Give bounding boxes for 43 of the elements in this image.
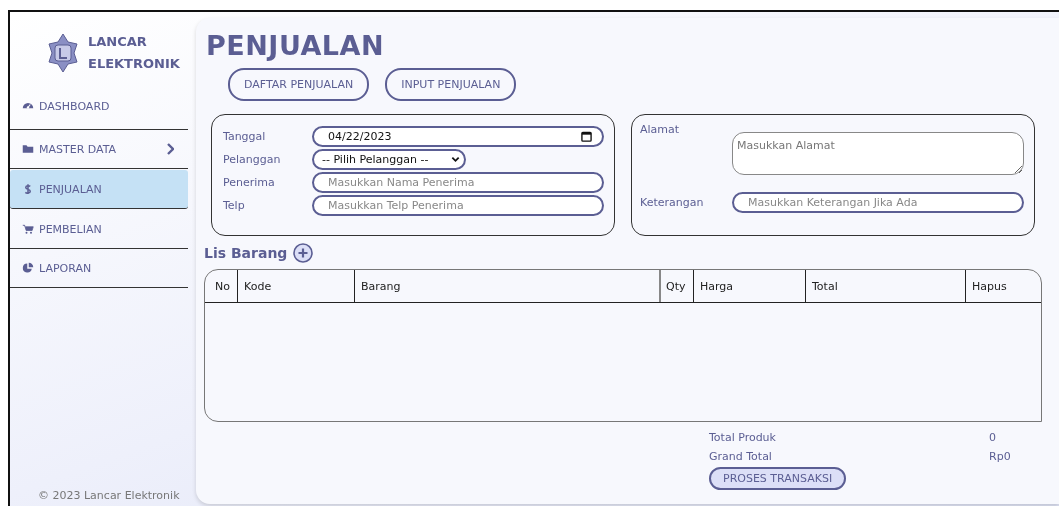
address-field[interactable]: Masukkan Alamat <box>732 132 1024 175</box>
summary-label: Grand Total <box>709 450 772 463</box>
field-label: Tanggal <box>223 129 267 143</box>
cart-icon <box>22 223 34 235</box>
summary-value: Rp0 <box>989 450 1012 463</box>
summary-value: 0 <box>989 431 997 444</box>
customer-dropdown[interactable]: -- Pilih Pelanggan -- <box>312 148 466 170</box>
sidebar-item[interactable]: MASTER DATA <box>10 130 188 169</box>
column-header: Qty <box>661 270 694 302</box>
input-field[interactable]: Masukkan Nama Penerima <box>312 171 604 193</box>
column-header: Harga <box>694 270 806 302</box>
summary-label: Total Produk <box>709 431 776 444</box>
add-icon <box>293 243 314 263</box>
section-title: Lis Barang <box>204 245 288 261</box>
field-label: Keterangan <box>640 195 705 209</box>
input-field[interactable]: Masukkan Keterangan Jika Ada <box>732 191 1024 213</box>
column-header: Hapus <box>971 278 1008 295</box>
pie-chart-icon <box>22 262 34 274</box>
calendar-icon <box>581 130 592 142</box>
date-field[interactable]: 04/22/2023 <box>312 125 604 147</box>
folder-icon <box>22 143 34 155</box>
sidebar-item[interactable]: PENJUALAN <box>10 170 188 209</box>
brand-name: LANCAR ELEKTRONIK <box>88 33 180 73</box>
sidebar-item[interactable]: LAPORAN <box>10 249 188 288</box>
input-field[interactable]: Masukkan Telp Penerima <box>312 194 604 216</box>
column-header: No <box>205 270 238 302</box>
submit-button[interactable]: PROSES TRANSAKSI <box>709 467 847 490</box>
nav-button[interactable]: INPUT PENJUALAN <box>385 68 517 101</box>
caret-icon <box>451 155 460 163</box>
sidebar-item[interactable]: DASHBOARD <box>10 100 188 130</box>
page-title: PENJUALAN <box>206 29 386 63</box>
field-label: Penerima <box>223 175 276 189</box>
field-label: Telp <box>223 198 246 212</box>
field-label: Pelanggan <box>223 152 282 166</box>
column-header: Barang <box>355 270 661 302</box>
dollar-icon <box>22 183 34 195</box>
field-label: Alamat <box>640 123 681 136</box>
column-header: Total <box>806 270 966 302</box>
column-header: Kode <box>238 270 355 302</box>
sidebar-item[interactable]: PEMBELIAN <box>10 210 188 249</box>
nav-button[interactable]: DAFTAR PENJUALAN <box>228 68 370 101</box>
gauge-icon <box>22 100 34 112</box>
copyright-text: © 2023 Lancar Elektronik <box>37 489 181 502</box>
